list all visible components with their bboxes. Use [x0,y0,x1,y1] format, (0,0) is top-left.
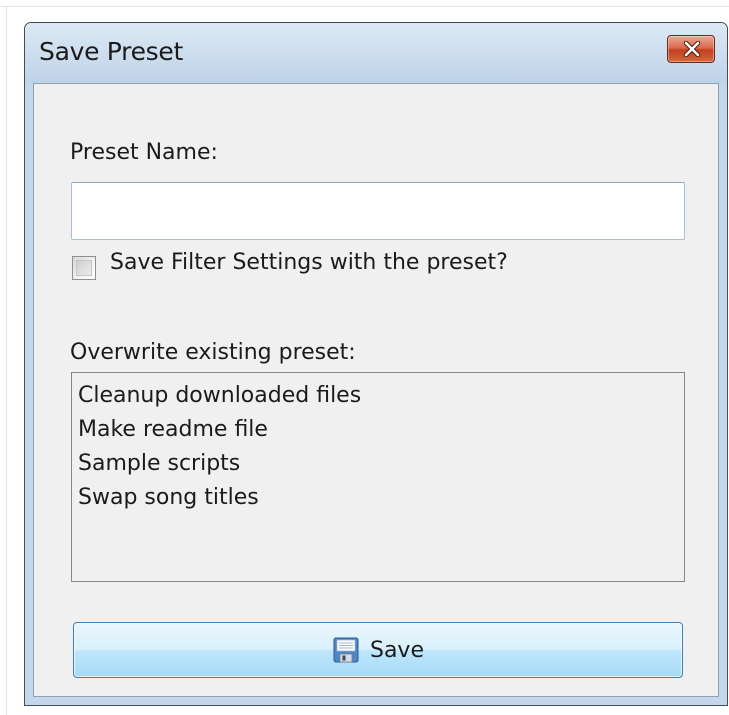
floppy-disk-icon [333,637,359,663]
preset-name-input[interactable] [71,182,685,240]
preset-name-label: Preset Name: [70,140,218,165]
close-icon [683,41,701,57]
save-filter-settings-label[interactable]: Save Filter Settings with the preset? [110,250,508,275]
save-button-label: Save [369,637,424,663]
list-item[interactable]: Cleanup downloaded files [78,381,684,415]
save-filter-settings-checkbox[interactable] [72,256,96,280]
overwrite-existing-label: Overwrite existing preset: [70,340,356,365]
existing-presets-list[interactable]: Cleanup downloaded files Make readme fil… [71,372,685,582]
title-bar[interactable]: Save Preset [25,23,727,83]
save-button[interactable]: Save [73,622,683,678]
list-item[interactable]: Swap song titles [78,483,684,517]
page-frame-top-line [0,6,729,7]
close-button[interactable] [667,35,715,63]
window-title: Save Preset [39,37,183,66]
page-frame-left-line [6,6,7,715]
list-item[interactable]: Make readme file [78,415,684,449]
save-preset-dialog: Save Preset Preset Name: Save Filter Set… [24,22,728,706]
list-item[interactable]: Sample scripts [78,449,684,483]
dialog-body: Preset Name: Save Filter Settings with t… [33,83,719,697]
